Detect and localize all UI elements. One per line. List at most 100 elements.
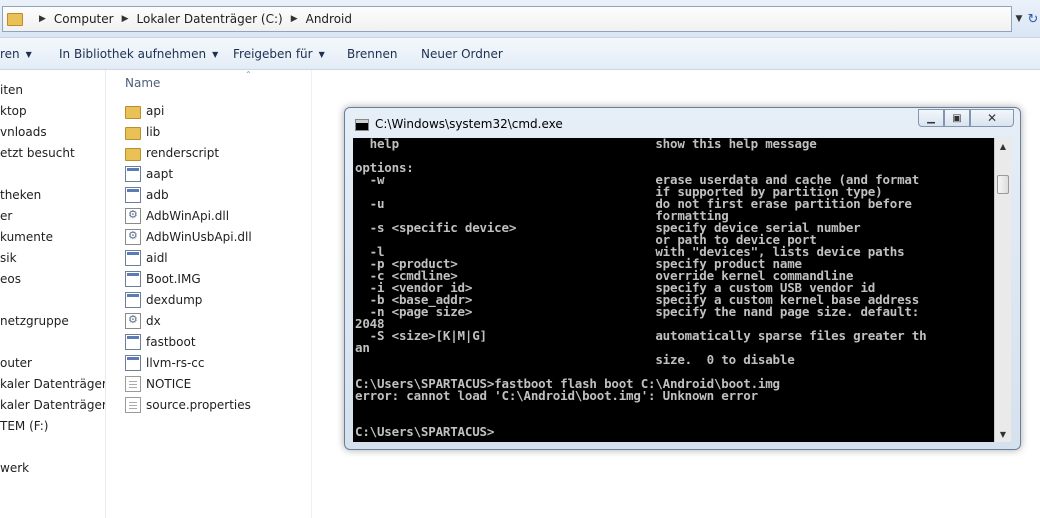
toolbar-label: Freigeben für [233,47,313,61]
include-in-library-button[interactable]: In Bibliothek aufnehmen ▼ [59,47,218,61]
window-controls: ▁ ▣ ✕ [918,109,1014,127]
toolbar-label: In Bibliothek aufnehmen [59,47,207,61]
nav-item-music[interactable]: sik [0,251,17,265]
file-name: fastboot [146,335,196,349]
breadcrumb-android[interactable]: Android [306,12,352,26]
cmd-window[interactable]: C:\Windows\system32\cmd.exe ▁ ▣ ✕ help s… [344,107,1021,450]
toolbar-label: ren [0,47,20,61]
file-name: dexdump [146,293,203,307]
nav-item-homegroup[interactable]: netzgruppe [0,314,69,328]
toolbar-label: Brennen [347,47,398,61]
nav-item-libraries[interactable]: theken [0,188,41,202]
file-item[interactable]: aidl [125,248,168,268]
nav-item-documents[interactable]: kumente [0,230,53,244]
nav-item-computer[interactable]: outer [0,356,32,370]
file-name: dx [146,314,161,328]
nav-item-downloads[interactable]: vnloads [0,125,47,139]
nav-item-network[interactable]: werk [0,461,29,475]
maximize-button[interactable]: ▣ [944,109,970,127]
document-icon [125,376,141,392]
breadcrumb-label: Computer [53,12,114,26]
nav-item-pictures[interactable]: er [0,209,12,223]
scroll-up-icon[interactable]: ▲ [995,138,1011,154]
exe-icon [125,250,141,266]
address-box[interactable]: ▶ Computer ▶ Lokaler Datenträger (C:) ▶ An… [2,6,1012,32]
file-name: AdbWinApi.dll [146,209,230,223]
file-item[interactable]: adb [125,185,169,205]
address-buttons: ▼ ↻ [1012,6,1040,32]
console-line: size. 0 to disable [355,352,795,367]
exe-icon [125,187,141,203]
file-name: source.properties [146,398,251,412]
column-header-name[interactable]: Name [125,76,160,90]
chevron-right-icon[interactable]: ▶ [291,14,298,24]
nav-item-drive-f[interactable]: TEM (F:) [0,419,48,433]
file-item[interactable]: source.properties [125,395,251,415]
console-line: error: cannot load 'C:\Android\boot.img'… [355,388,758,403]
cmd-icon [355,119,369,131]
exe-icon [125,355,141,371]
file-name: adb [146,188,169,202]
chevron-down-icon: ▼ [25,49,32,59]
file-name: Boot.IMG [146,272,201,286]
chevron-down-icon: ▼ [318,49,325,59]
address-bar: ▶ Computer ▶ Lokaler Datenträger (C:) ▶ An… [0,0,1040,38]
exe-icon [125,334,141,350]
scrollbar-thumb[interactable] [997,175,1009,194]
organize-button[interactable]: ren ▼ [0,47,32,61]
console-line: -S <size>[K|M|G] automatically sparse fi… [355,328,927,343]
command-toolbar: ren ▼ In Bibliothek aufnehmen ▼ Freigeben … [0,38,1040,70]
folder-icon [125,126,141,140]
burn-button[interactable]: Brennen [347,47,397,61]
chevron-right-icon[interactable]: ▶ [122,14,129,24]
dll-icon [125,313,141,329]
close-button[interactable]: ✕ [970,109,1014,127]
file-item[interactable]: aapt [125,164,173,184]
nav-item-drive-d[interactable]: kaler Datenträger (D:) [0,398,105,412]
file-name: api [146,104,165,118]
file-item[interactable]: Boot.IMG [125,269,201,289]
file-item[interactable]: api [125,101,164,121]
vertical-scrollbar[interactable]: ▲ ▼ [994,138,1011,442]
toolbar-label: Neuer Ordner [421,47,503,61]
file-item[interactable]: renderscript [125,143,219,163]
document-icon [125,397,141,413]
file-item[interactable]: NOTICE [125,374,191,394]
file-name: aapt [146,167,174,181]
file-item[interactable]: AdbWinApi.dll [125,206,229,226]
new-folder-button[interactable]: Neuer Ordner [421,47,503,61]
history-dropdown-icon[interactable]: ▼ [1012,6,1026,32]
exe-icon [125,271,141,287]
breadcrumb-computer[interactable]: Computer ▶ [54,12,137,26]
refresh-icon[interactable]: ↻ [1026,6,1040,32]
navigation-pane: iten ktop vnloads etzt besucht theken er… [0,70,106,518]
file-name: NOTICE [146,377,192,391]
nav-item-drive-c[interactable]: kaler Datenträger (C:) [0,377,105,391]
minimize-button[interactable]: ▁ [918,109,944,127]
file-item[interactable]: dx [125,311,161,331]
cmd-title-bar[interactable]: C:\Windows\system32\cmd.exe ▁ ▣ ✕ [345,108,1020,138]
exe-icon [125,292,141,308]
nav-item-favorites[interactable]: iten [0,83,23,97]
dll-icon [125,208,141,224]
file-item[interactable]: AdbWinUsbApi.dll [125,227,252,247]
breadcrumb-drive-c[interactable]: Lokaler Datenträger (C:) ▶ [137,12,306,26]
folder-icon [7,12,23,26]
file-item[interactable]: llvm-rs-cc [125,353,205,373]
nav-item-recent[interactable]: etzt besucht [0,146,75,160]
file-name: aidl [146,251,168,265]
file-name: AdbWinUsbApi.dll [146,230,252,244]
file-item[interactable]: lib [125,122,160,142]
share-with-button[interactable]: Freigeben für ▼ [233,47,325,61]
console-line: help show this help message [355,138,817,151]
folder-icon [125,147,141,161]
breadcrumb-separator[interactable]: ▶ [31,14,54,24]
chevron-right-icon: ▶ [39,14,46,24]
file-item[interactable]: fastboot [125,332,196,352]
file-item[interactable]: dexdump [125,290,202,310]
cmd-console[interactable]: help show this help message options: -w … [353,138,1011,442]
nav-item-desktop[interactable]: ktop [0,104,27,118]
scroll-down-icon[interactable]: ▼ [995,426,1011,442]
nav-item-videos[interactable]: eos [0,272,21,286]
